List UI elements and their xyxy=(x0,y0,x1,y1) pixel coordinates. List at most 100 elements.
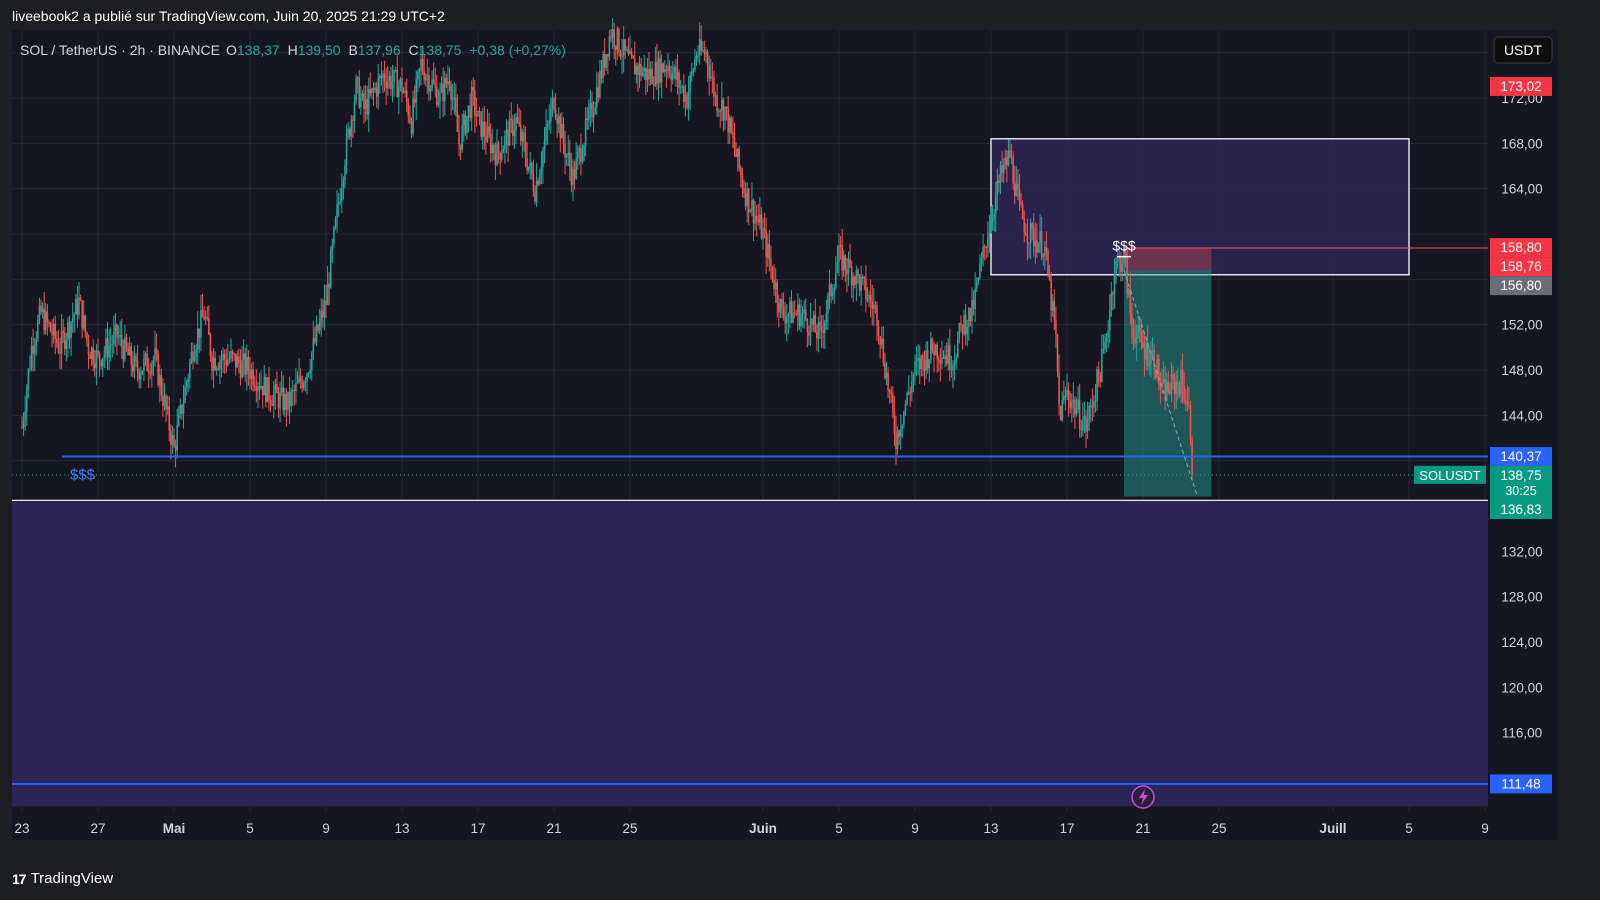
candle-body xyxy=(204,317,207,320)
candle-body xyxy=(97,350,99,353)
candle-body xyxy=(32,345,34,354)
candle-body xyxy=(713,77,715,97)
candle-body xyxy=(730,117,733,132)
candle-body xyxy=(1088,405,1090,420)
price-axis[interactable]: 176,00172,00168,00164,00152,00148,00144,… xyxy=(1488,30,1558,812)
candle-body xyxy=(1021,204,1024,219)
candle-body xyxy=(246,357,248,375)
candle-body xyxy=(939,360,942,364)
lower-demand-zone xyxy=(12,500,1488,807)
candle-body xyxy=(1097,369,1100,376)
candle-body xyxy=(469,105,471,118)
candle-body xyxy=(676,72,679,80)
candle-body xyxy=(664,69,666,73)
candle-body xyxy=(418,68,421,72)
candle-body xyxy=(151,364,153,375)
candle-body xyxy=(1077,399,1079,410)
candle-body xyxy=(722,99,725,121)
candle-body xyxy=(1036,240,1038,253)
candle-body xyxy=(1118,257,1121,260)
candle-body xyxy=(1135,334,1138,344)
candle-body xyxy=(352,119,354,121)
candle-body xyxy=(896,430,899,449)
candle-body xyxy=(1058,372,1060,406)
candle-body xyxy=(1059,405,1062,421)
candle-body xyxy=(668,66,671,75)
candle-body xyxy=(333,227,335,244)
candle-body xyxy=(67,321,69,340)
candle-body xyxy=(166,406,169,410)
candle-body xyxy=(491,144,494,153)
candle-body xyxy=(1102,348,1105,350)
candle-body xyxy=(531,162,533,175)
candle-body xyxy=(287,391,289,410)
candle-body xyxy=(1137,324,1140,335)
candle-body xyxy=(621,55,623,57)
candle-body xyxy=(717,111,720,113)
price-badge-value: 111,48 xyxy=(1501,776,1540,791)
candle-body xyxy=(29,367,31,370)
candle-body xyxy=(597,87,600,98)
candle-body xyxy=(1115,260,1117,274)
candle-body xyxy=(1143,347,1146,360)
price-tick-label: 120,00 xyxy=(1501,680,1542,695)
candle-body xyxy=(486,126,489,142)
candle-body xyxy=(880,338,883,345)
candle-body xyxy=(774,282,777,290)
candle-body xyxy=(974,288,976,310)
candle-body xyxy=(149,372,152,375)
candle-body xyxy=(239,363,242,378)
alert-lightning-button[interactable] xyxy=(1131,785,1155,809)
candle-body xyxy=(152,359,155,365)
legend-o-value: 138,37 xyxy=(237,42,280,58)
candle-body xyxy=(616,28,619,50)
candle-body xyxy=(1183,385,1185,401)
price-chart[interactable]: $$$$$$SOLUSDT 176,00172,00168,00164,0015… xyxy=(0,0,1600,860)
candle-body xyxy=(1086,419,1089,432)
candle-body xyxy=(407,102,410,117)
candle-body xyxy=(459,144,462,150)
currency-button[interactable]: USDT xyxy=(1493,36,1553,64)
candle-body xyxy=(1112,293,1114,295)
stop-loss-zone xyxy=(1124,248,1212,271)
candle-body xyxy=(170,431,172,445)
candle-body xyxy=(936,344,938,360)
candle-body xyxy=(760,214,763,239)
candle-body xyxy=(917,358,919,361)
candle-body xyxy=(583,145,585,156)
candle-body xyxy=(608,36,611,57)
candle-body xyxy=(431,79,433,88)
candle-body xyxy=(1145,342,1147,360)
candle-body xyxy=(393,70,395,82)
candle-body xyxy=(315,324,318,342)
candle-body xyxy=(122,346,125,360)
candle-body xyxy=(304,381,307,383)
candle-body xyxy=(369,89,372,94)
candle-body xyxy=(263,376,266,396)
candle-body xyxy=(618,28,620,53)
candle-body xyxy=(132,364,134,372)
candle-body xyxy=(1031,223,1033,229)
candle-body xyxy=(1172,374,1174,379)
candle-body xyxy=(1017,183,1019,190)
candle-body xyxy=(721,99,723,112)
tradingview-logo[interactable]: 17 TradingView xyxy=(12,870,113,887)
candle-body xyxy=(866,299,869,301)
candle-body xyxy=(81,300,83,329)
candle-body xyxy=(360,97,362,107)
candle-body xyxy=(1083,415,1086,421)
candle-body xyxy=(200,310,202,338)
time-tick-label: 27 xyxy=(90,821,105,836)
candle-body xyxy=(1029,223,1032,244)
candle-body xyxy=(363,93,365,110)
candle-body xyxy=(797,304,799,315)
candle-body xyxy=(428,74,430,92)
time-axis[interactable]: 23 27 Mai 5 9 13 17 21 25 Juin 5 9 13 17 21 25 Juill 5 9 xyxy=(12,812,1558,840)
candle-body xyxy=(725,106,728,108)
candle-body xyxy=(350,119,353,137)
candle-body xyxy=(589,103,592,110)
candle-body xyxy=(160,375,163,395)
candle-body xyxy=(538,174,541,185)
candle-body xyxy=(138,371,140,380)
candle-body xyxy=(847,259,850,275)
